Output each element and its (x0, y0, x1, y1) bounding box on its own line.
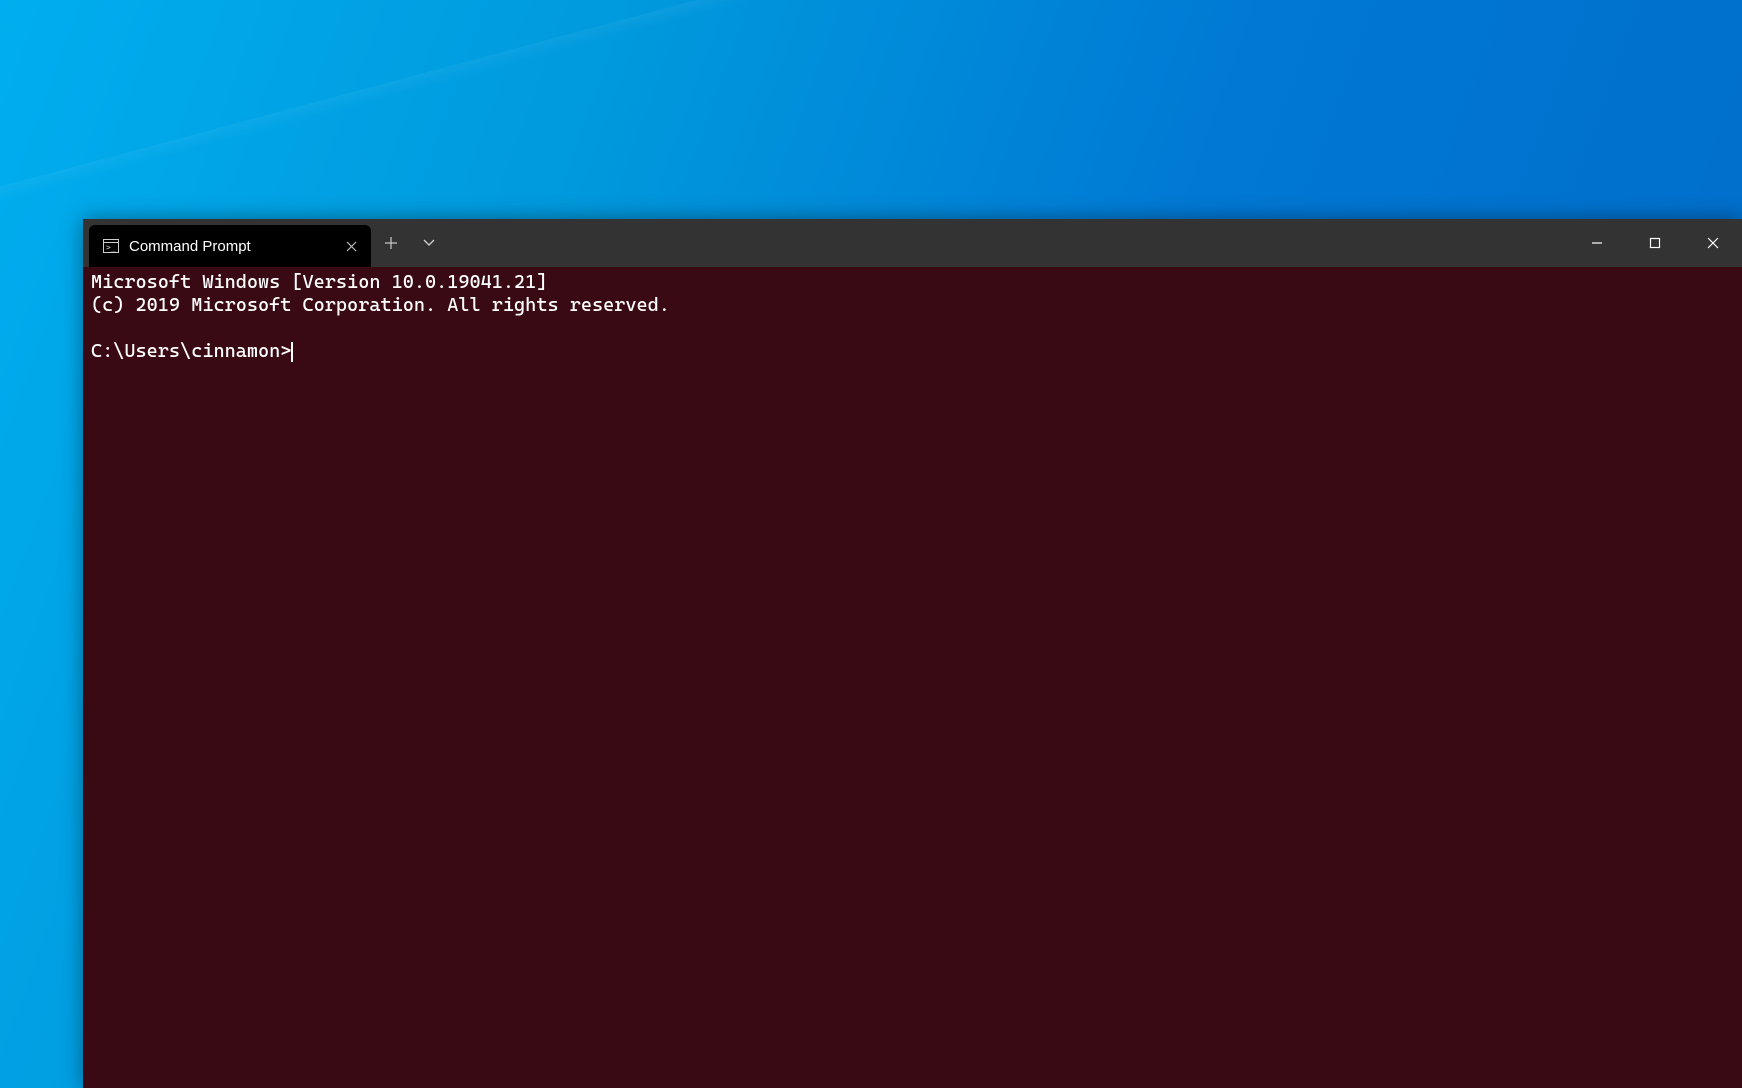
maximize-button[interactable] (1626, 219, 1684, 267)
terminal-output[interactable]: Microsoft Windows [Version 10.0.19041.21… (83, 267, 1742, 1088)
terminal-window: >_ Command Prompt (83, 219, 1742, 1088)
tab-command-prompt[interactable]: >_ Command Prompt (89, 225, 371, 267)
prompt: C:\Users\cinnamon> (91, 340, 291, 362)
titlebar-drag-area[interactable] (447, 219, 1568, 267)
window-controls (1568, 219, 1742, 267)
close-tab-button[interactable] (341, 236, 361, 256)
minimize-button[interactable] (1568, 219, 1626, 267)
profile-dropdown-button[interactable] (411, 219, 447, 267)
output-line: (c) 2019 Microsoft Corporation. All righ… (91, 294, 670, 316)
output-line: Microsoft Windows [Version 10.0.19041.21… (91, 271, 547, 293)
close-window-button[interactable] (1684, 219, 1742, 267)
cursor (291, 342, 293, 362)
terminal-icon: >_ (103, 239, 119, 253)
titlebar[interactable]: >_ Command Prompt (83, 219, 1742, 267)
tab-title: Command Prompt (129, 238, 341, 255)
svg-text:>_: >_ (106, 243, 116, 252)
new-tab-button[interactable] (371, 219, 411, 267)
